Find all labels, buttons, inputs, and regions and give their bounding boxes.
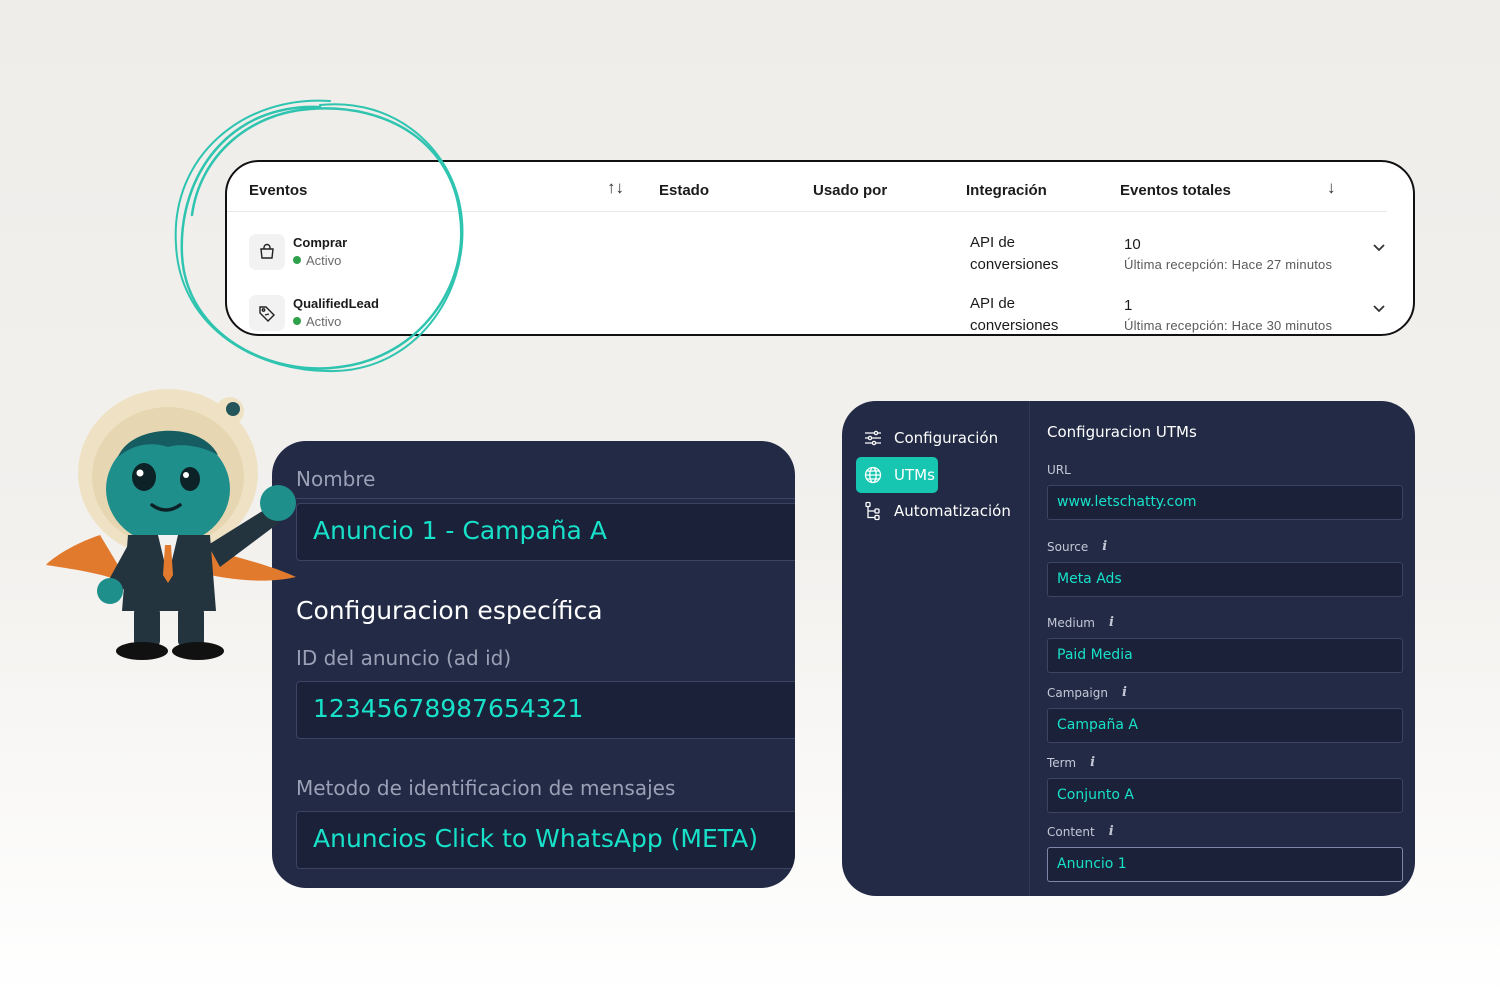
- field-label-text: URL: [1047, 463, 1071, 477]
- url-value: www.letschatty.com: [1057, 494, 1197, 510]
- total-events: 1: [1124, 297, 1133, 314]
- field-label-text: Source: [1047, 539, 1089, 554]
- info-icon[interactable]: i: [1090, 755, 1095, 770]
- ad-id-label: ID del anuncio (ad id): [296, 646, 512, 670]
- name-label: Nombre: [296, 467, 376, 491]
- integration-text: API de conversiones: [970, 234, 1059, 273]
- ad-id-value: 12345678987654321: [313, 694, 584, 723]
- url-label: URL: [1047, 463, 1071, 477]
- ad-id-field[interactable]: 12345678987654321: [296, 681, 795, 739]
- method-value: Anuncios Click to WhatsApp (META): [313, 824, 758, 853]
- campaign-label: Campaign i: [1047, 685, 1127, 700]
- sidebar-item-label: UTMs: [894, 466, 935, 484]
- circle-highlight: [174, 99, 464, 373]
- source-value: Meta Ads: [1057, 571, 1122, 587]
- globe-icon: [864, 466, 886, 484]
- method-select[interactable]: Anuncios Click to WhatsApp (META): [296, 811, 795, 869]
- field-label-text: Content: [1047, 824, 1095, 839]
- sidebar-item-label: Configuración: [894, 429, 999, 447]
- content-label: Content i: [1047, 824, 1114, 839]
- term-label: Term i: [1047, 755, 1095, 770]
- utm-panel-title: Configuracion UTMs: [1047, 423, 1197, 441]
- sliders-icon: [864, 430, 886, 446]
- name-field[interactable]: Anuncio 1 - Campaña A: [296, 503, 795, 561]
- name-value: Anuncio 1 - Campaña A: [313, 516, 607, 545]
- integration-text: API de conversiones: [970, 295, 1059, 334]
- source-label: Source i: [1047, 539, 1107, 554]
- info-icon[interactable]: i: [1109, 615, 1114, 630]
- total-events: 10: [1124, 236, 1141, 253]
- chevron-down-icon[interactable]: [1372, 301, 1386, 319]
- medium-label: Medium i: [1047, 615, 1114, 630]
- column-header-eventos-totales[interactable]: Eventos totales: [1120, 182, 1231, 199]
- field-label-text: Medium: [1047, 615, 1095, 630]
- flow-icon: [864, 501, 886, 521]
- method-label: Metodo de identificacion de mensajes: [296, 776, 676, 800]
- info-icon[interactable]: i: [1109, 824, 1114, 839]
- field-label-text: Campaign: [1047, 685, 1108, 700]
- utm-config-panel: Configuración UTMs Automatización Config…: [842, 401, 1415, 896]
- sidebar-item-utms[interactable]: UTMs: [856, 457, 938, 493]
- content-input[interactable]: Anuncio 1: [1047, 847, 1403, 882]
- column-header-estado[interactable]: Estado: [659, 182, 709, 199]
- section-title: Configuracion específica: [296, 596, 603, 625]
- divider: [296, 498, 795, 499]
- sidebar: Configuración UTMs Automatización: [842, 401, 1030, 896]
- last-reception: Última recepción: Hace 27 minutos: [1124, 257, 1333, 272]
- content-value: Anuncio 1: [1057, 856, 1127, 872]
- column-header-usado-por[interactable]: Usado por: [813, 182, 887, 199]
- source-input[interactable]: Meta Ads: [1047, 562, 1403, 597]
- sidebar-item-label: Automatización: [894, 502, 1011, 520]
- term-value: Conjunto A: [1057, 787, 1134, 803]
- mascot-illustration: [46, 389, 296, 660]
- medium-input[interactable]: Paid Media: [1047, 638, 1403, 673]
- sidebar-item-automatizacion[interactable]: Automatización: [856, 493, 1011, 529]
- last-reception: Última recepción: Hace 30 minutos: [1124, 318, 1333, 333]
- arrow-down-icon[interactable]: ↓: [1327, 178, 1336, 198]
- info-icon[interactable]: i: [1102, 539, 1107, 554]
- medium-value: Paid Media: [1057, 647, 1133, 663]
- campaign-value: Campaña A: [1057, 717, 1138, 733]
- sidebar-item-configuracion[interactable]: Configuración: [856, 420, 998, 456]
- chevron-down-icon[interactable]: [1372, 240, 1386, 258]
- term-input[interactable]: Conjunto A: [1047, 778, 1403, 813]
- field-label-text: Term: [1047, 755, 1077, 770]
- url-input[interactable]: www.letschatty.com: [1047, 485, 1403, 520]
- ad-config-panel: Nombre Anuncio 1 - Campaña A Configuraci…: [272, 441, 795, 888]
- campaign-input[interactable]: Campaña A: [1047, 708, 1403, 743]
- sort-icon[interactable]: ↑↓: [607, 178, 624, 198]
- info-icon[interactable]: i: [1122, 685, 1127, 700]
- column-header-integracion[interactable]: Integración: [966, 182, 1047, 199]
